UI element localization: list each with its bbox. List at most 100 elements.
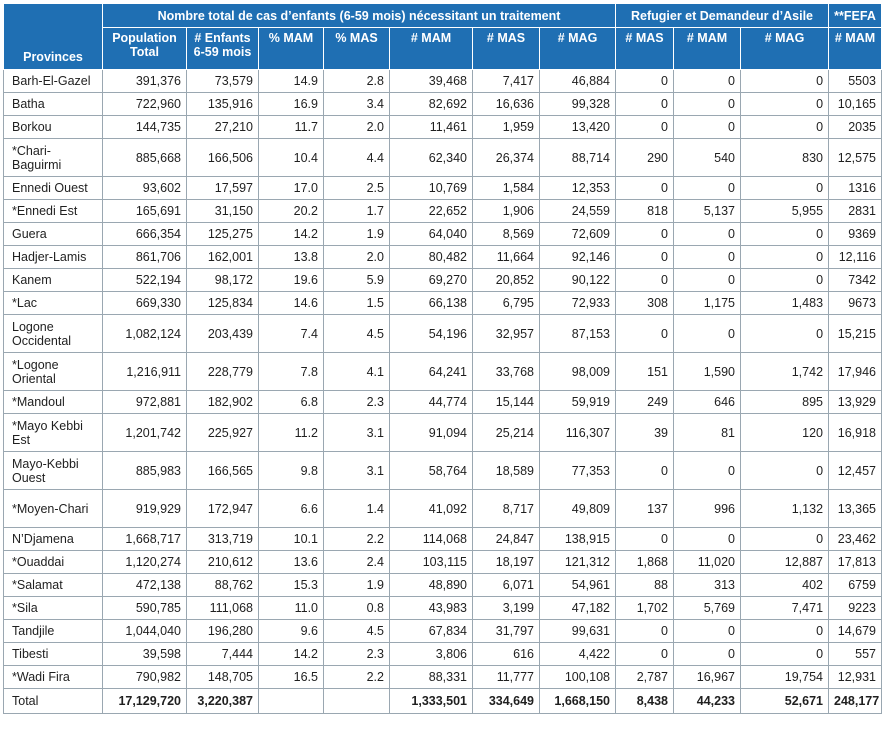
value-cell: 18,589 xyxy=(472,451,540,490)
value-cell: 17.0 xyxy=(258,176,324,200)
table-row: *Moyen-Chari 919,929 172,947 6.6 1.4 41,092 8,… xyxy=(3,489,883,528)
value-cell: 472,138 xyxy=(102,573,187,597)
value-cell: 1,175 xyxy=(673,291,741,315)
value-cell: 19,754 xyxy=(739,665,830,689)
total-value-cell: 3,220,387 xyxy=(186,688,259,714)
table-row: *Salamat 472,138 88,762 15.3 1.9 48,890 6,071 5… xyxy=(3,573,883,597)
value-cell: 73,579 xyxy=(186,69,259,93)
value-cell: 88,331 xyxy=(389,665,473,689)
value-cell: 54,961 xyxy=(539,573,616,597)
value-cell: 137 xyxy=(615,489,674,528)
value-cell: 4.5 xyxy=(323,619,390,643)
province-cell: *Sila xyxy=(3,596,103,620)
value-cell: 203,439 xyxy=(186,314,259,353)
province-cell: Tandjile xyxy=(3,619,103,643)
value-cell: 125,834 xyxy=(186,291,259,315)
value-cell: 81 xyxy=(673,413,741,452)
value-cell: 15,144 xyxy=(472,390,540,414)
value-cell: 0 xyxy=(615,92,674,116)
value-cell: 19.6 xyxy=(258,268,324,292)
value-cell: 18,197 xyxy=(472,550,540,574)
value-cell: 0 xyxy=(739,314,830,353)
value-cell: 4.1 xyxy=(323,352,390,391)
value-cell: 1,483 xyxy=(739,291,830,315)
value-cell: 25,214 xyxy=(472,413,540,452)
value-cell: 0 xyxy=(739,245,830,269)
value-cell: 9673 xyxy=(828,291,883,315)
value-cell: 98,009 xyxy=(539,352,616,391)
value-cell: 0 xyxy=(673,69,741,93)
value-cell: 64,241 xyxy=(389,352,473,391)
value-cell: 58,764 xyxy=(389,451,473,490)
value-cell: 5503 xyxy=(828,69,883,93)
table-body: Barh-El-Gazel 391,376 73,579 14.9 2.8 39,468 7… xyxy=(3,69,883,714)
table-row: *Wadi Fira 790,982 148,705 16.5 2.2 88,331 11,… xyxy=(3,665,883,689)
province-cell: Logone Occidental xyxy=(3,314,103,353)
value-cell: 0 xyxy=(615,176,674,200)
value-cell: 93,602 xyxy=(102,176,187,200)
value-cell: 92,146 xyxy=(539,245,616,269)
value-cell: 114,068 xyxy=(389,527,473,551)
value-cell: 0 xyxy=(615,69,674,93)
table-row: *Mandoul 972,881 182,902 6.8 2.3 44,774 15,144… xyxy=(3,390,883,414)
value-cell: 12,457 xyxy=(828,451,883,490)
total-value-cell: 17,129,720 xyxy=(102,688,187,714)
value-cell: 144,735 xyxy=(102,115,187,139)
value-cell: 4,422 xyxy=(539,642,616,666)
value-cell: 790,982 xyxy=(102,665,187,689)
value-cell: 402 xyxy=(739,573,830,597)
value-cell: 77,353 xyxy=(539,451,616,490)
value-cell: 9223 xyxy=(828,596,883,620)
value-cell: 172,947 xyxy=(186,489,259,528)
column-header: % MAM xyxy=(258,27,324,70)
value-cell: 722,960 xyxy=(102,92,187,116)
value-cell: 12,116 xyxy=(828,245,883,269)
value-cell: 0 xyxy=(615,115,674,139)
province-cell: *Moyen-Chari xyxy=(3,489,103,528)
value-cell: 1,959 xyxy=(472,115,540,139)
province-cell: *Mayo Kebbi Est xyxy=(3,413,103,452)
value-cell: 2.2 xyxy=(323,527,390,551)
value-cell: 2.5 xyxy=(323,176,390,200)
value-cell: 20.2 xyxy=(258,199,324,223)
total-value-cell: 1,333,501 xyxy=(389,688,473,714)
value-cell: 69,270 xyxy=(389,268,473,292)
value-cell: 0 xyxy=(615,268,674,292)
value-cell: 3,199 xyxy=(472,596,540,620)
value-cell: 6.8 xyxy=(258,390,324,414)
value-cell: 0 xyxy=(615,619,674,643)
value-cell: 830 xyxy=(739,138,830,177)
value-cell: 11,664 xyxy=(472,245,540,269)
value-cell: 885,668 xyxy=(102,138,187,177)
value-cell: 0 xyxy=(673,176,741,200)
value-cell: 1,590 xyxy=(673,352,741,391)
province-cell: Kanem xyxy=(3,268,103,292)
total-value-cell xyxy=(258,688,324,714)
value-cell: 996 xyxy=(673,489,741,528)
value-cell: 290 xyxy=(615,138,674,177)
value-cell: 48,890 xyxy=(389,573,473,597)
value-cell: 2.8 xyxy=(323,69,390,93)
value-cell: 1,668,717 xyxy=(102,527,187,551)
value-cell: 0 xyxy=(739,268,830,292)
value-cell: 3.1 xyxy=(323,413,390,452)
value-cell: 249 xyxy=(615,390,674,414)
value-cell: 91,094 xyxy=(389,413,473,452)
value-cell: 1.7 xyxy=(323,199,390,223)
value-cell: 1.9 xyxy=(323,222,390,246)
value-cell: 2.4 xyxy=(323,550,390,574)
value-cell: 4.4 xyxy=(323,138,390,177)
table-row: Tandjile 1,044,040 196,280 9.6 4.5 67,834 31,7… xyxy=(3,619,883,643)
value-cell: 14.2 xyxy=(258,642,324,666)
value-cell: 39 xyxy=(615,413,674,452)
table-row: Ennedi Ouest 93,602 17,597 17.0 2.5 10,769 1,5… xyxy=(3,176,883,200)
data-table-container: Provinces Nombre total de cas d’enfants … xyxy=(3,3,883,714)
value-cell: 87,153 xyxy=(539,314,616,353)
value-cell: 41,092 xyxy=(389,489,473,528)
value-cell: 616 xyxy=(472,642,540,666)
value-cell: 5,955 xyxy=(739,199,830,223)
column-header: # MAM xyxy=(389,27,473,70)
table-row: *Lac 669,330 125,834 14.6 1.5 66,138 6,795 72,9… xyxy=(3,291,883,315)
value-cell: 98,172 xyxy=(186,268,259,292)
value-cell: 39,598 xyxy=(102,642,187,666)
